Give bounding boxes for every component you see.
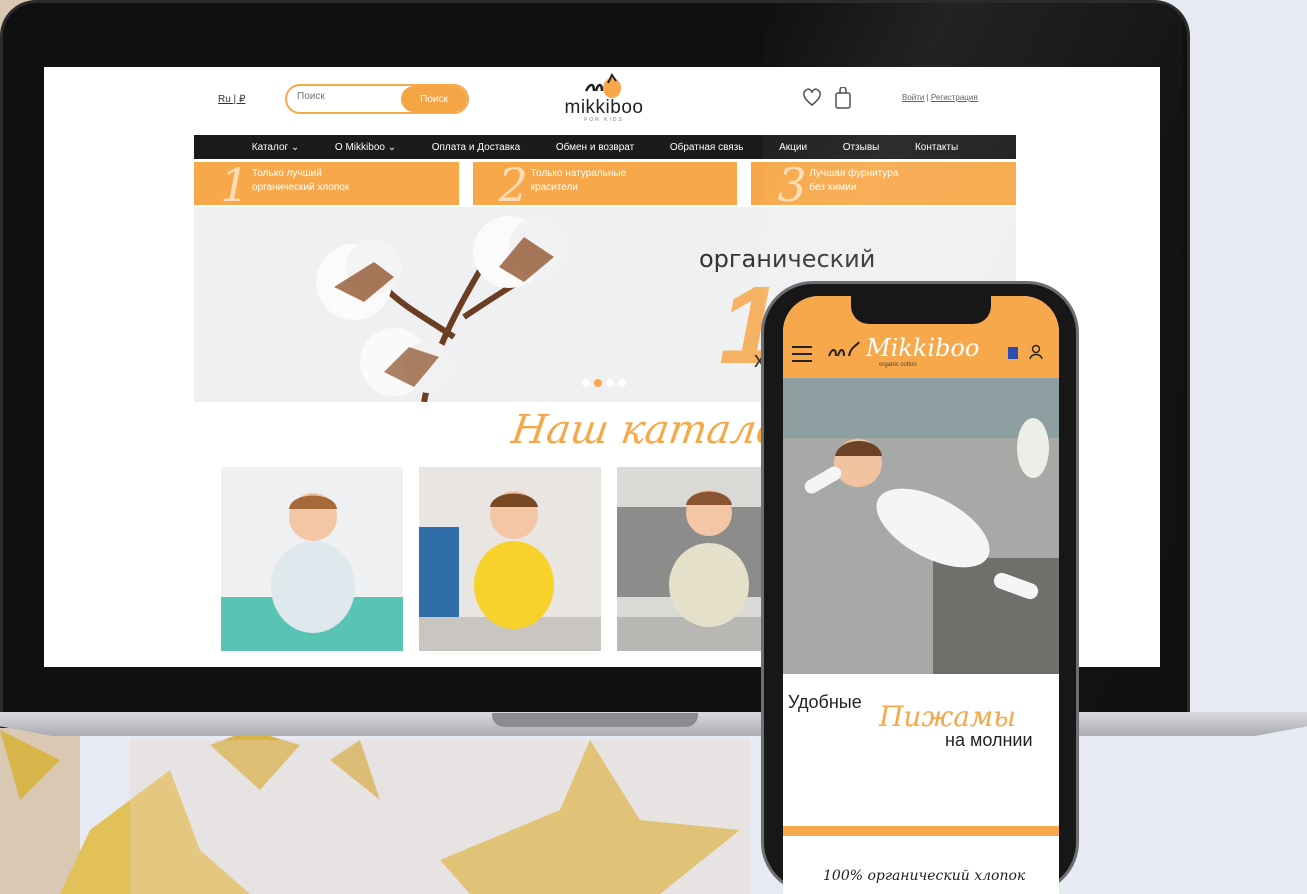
search-bar: Поиск xyxy=(285,84,469,114)
feature-text: Лучшая фурнитура без химии xyxy=(809,168,899,193)
hero-heading: органический xyxy=(699,245,876,273)
logo-text: mikkiboo xyxy=(564,97,644,118)
feature-strip: 1 Только лучший органический хлопок 2 То… xyxy=(194,162,1017,205)
nav-item-reviews[interactable]: Отзывы xyxy=(843,142,880,153)
feature-text: Только натуральные красители xyxy=(530,168,627,193)
site-header: Ru | ₽ Поиск mikkiboo FOR KIDS Войти | Р… xyxy=(44,67,1160,137)
feature-card: 2 Только натуральные красители xyxy=(472,162,738,205)
baby-photo xyxy=(783,378,1059,674)
catalog-card[interactable] xyxy=(221,467,403,651)
mobile-header-icons xyxy=(1007,344,1043,360)
product-photo xyxy=(419,467,601,651)
nav-item-contacts[interactable]: Контакты xyxy=(915,142,958,153)
nav-item-catalog[interactable]: Каталог ⌄ xyxy=(252,142,300,153)
auth-links: Войти | Регистрация xyxy=(902,93,978,102)
logo-mark-icon xyxy=(828,341,860,357)
feature-card: 1 Только лучший органический хлопок xyxy=(194,162,459,205)
cotton-branch-image xyxy=(316,216,569,402)
logo-mark-icon xyxy=(584,73,621,98)
feature-number: 2 xyxy=(498,162,528,205)
feature-text: Только лучший органический хлопок xyxy=(252,168,350,193)
header-icons xyxy=(801,87,851,109)
mobile-title-line3: на молнии xyxy=(945,730,1033,750)
nav-item-feedback[interactable]: Обратная связь xyxy=(670,142,744,153)
menu-icon[interactable] xyxy=(792,346,812,367)
slider-dot[interactable] xyxy=(618,379,626,387)
mobile-title-line1: Удобные xyxy=(788,692,862,712)
cart-icon[interactable] xyxy=(1007,344,1019,360)
shopping-bag-icon[interactable] xyxy=(835,87,851,109)
catalog-card[interactable] xyxy=(419,467,601,651)
slider-dots xyxy=(582,379,626,387)
mobile-logo[interactable]: Mikkiboo xyxy=(866,334,979,362)
register-link[interactable]: Регистрация xyxy=(931,93,978,102)
mobile-footer-text: 100% органический хлопок xyxy=(823,868,1026,884)
slider-dot[interactable] xyxy=(582,379,590,387)
heart-icon[interactable] xyxy=(801,87,823,107)
product-photo xyxy=(221,467,403,651)
site-logo[interactable]: mikkiboo FOR KIDS xyxy=(559,73,649,131)
feature-number: 1 xyxy=(220,162,250,205)
mobile-logo-sub: organic cotton xyxy=(879,362,917,368)
mobile-accent-band xyxy=(783,826,1059,836)
nav-item-about[interactable]: О Mikkiboo ⌄ xyxy=(335,142,396,153)
mobile-hero-photo[interactable] xyxy=(783,378,1059,674)
phone-screen: Mikkiboo organic cotton Удобные Пижамы н xyxy=(783,296,1059,894)
main-nav: Каталог ⌄ О Mikkiboo ⌄ Оплата и Доставка… xyxy=(194,135,1016,159)
phone-frame: Mikkiboo organic cotton Удобные Пижамы н xyxy=(761,281,1079,894)
slider-dot-active[interactable] xyxy=(594,379,602,387)
feature-card: 3 Лучшая фурнитура без химии xyxy=(751,162,1017,205)
nav-item-exchange-return[interactable]: Обмен и возврат xyxy=(556,142,634,153)
search-input[interactable] xyxy=(297,91,397,102)
user-icon[interactable] xyxy=(1029,344,1043,360)
feature-number: 3 xyxy=(777,162,807,205)
phone-notch xyxy=(851,296,991,324)
search-button[interactable]: Поиск xyxy=(401,86,467,112)
nav-item-payment-delivery[interactable]: Оплата и Доставка xyxy=(432,142,521,153)
slider-dot[interactable] xyxy=(606,379,614,387)
mobile-title-line2: Пижамы xyxy=(879,700,1016,733)
language-currency-switch[interactable]: Ru | ₽ xyxy=(218,94,245,105)
laptop-hinge xyxy=(492,713,698,727)
catalog-grid xyxy=(221,467,799,651)
catalog-title: Наш каталог xyxy=(508,407,804,453)
login-link[interactable]: Войти xyxy=(902,93,924,102)
nav-item-promotions[interactable]: Акции xyxy=(779,142,807,153)
